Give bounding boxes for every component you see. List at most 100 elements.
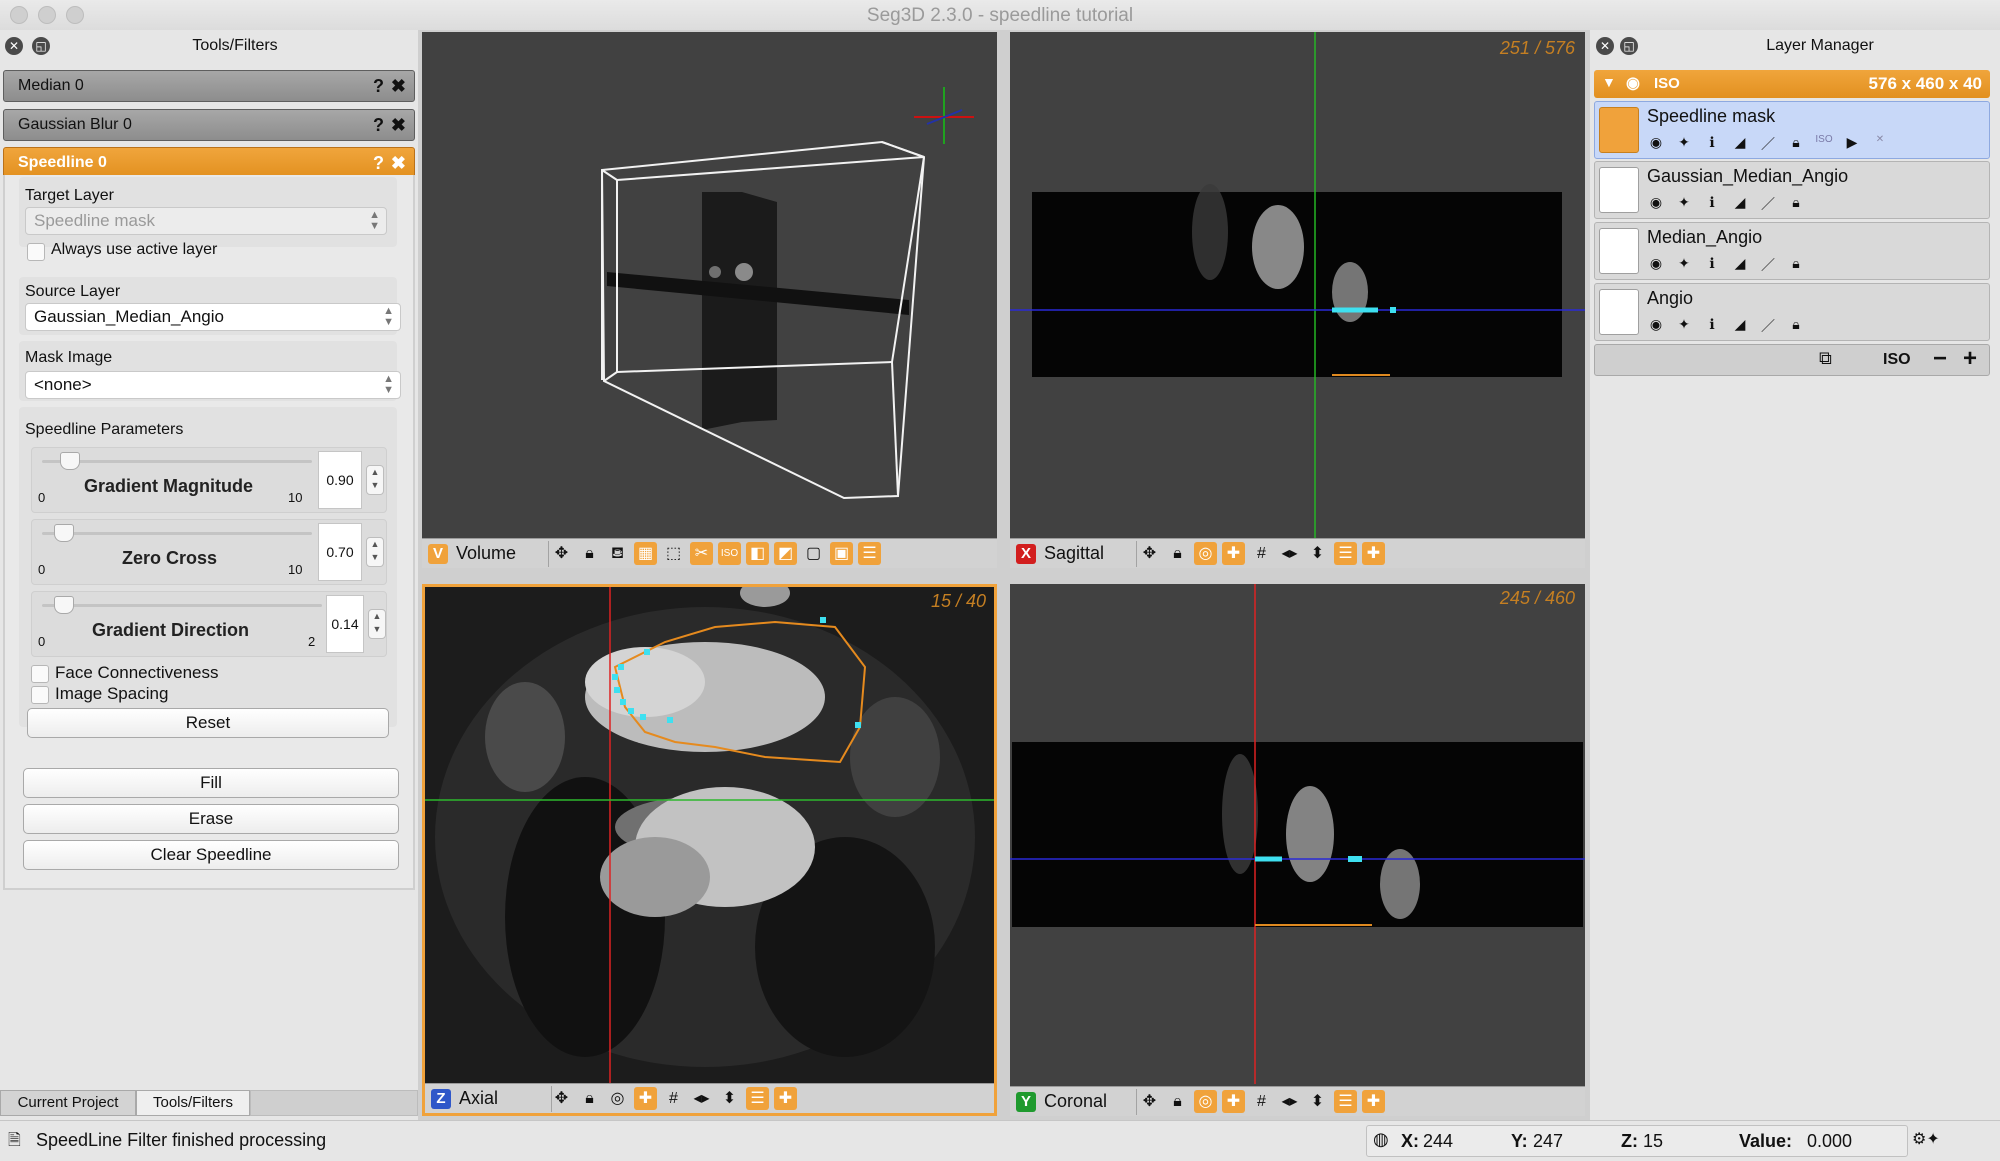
tab-current-project[interactable]: Current Project [0, 1090, 136, 1116]
info-icon[interactable]: ℹ [1701, 194, 1723, 214]
overlay-icon[interactable]: ▣ [830, 542, 853, 565]
picking-icon[interactable]: ◎ [606, 1087, 629, 1110]
bounding-box-icon[interactable]: ⬚ [662, 542, 685, 565]
grid-icon[interactable]: # [662, 1087, 685, 1110]
slider-value-field[interactable]: 0.90 [318, 451, 362, 509]
light-icon[interactable]: ⛾ [606, 542, 629, 565]
add-icon[interactable]: ✚ [1362, 542, 1385, 565]
eye-icon[interactable]: ◉ [1626, 73, 1640, 93]
color-icon[interactable]: ✦ [1673, 255, 1695, 275]
add-icon[interactable]: ✚ [774, 1087, 797, 1110]
sagittal-badge[interactable]: X [1016, 544, 1036, 564]
volume-badge[interactable]: V [428, 544, 448, 564]
slider-value-field[interactable]: 0.14 [326, 595, 364, 653]
layer-row-speedline-mask[interactable]: Speedline mask ◉ ✦ ℹ ◢ ／ 🔒︎ ISO ▶ ✕ [1594, 101, 1990, 159]
info-icon[interactable]: ℹ [1701, 134, 1723, 154]
iso-icon[interactable]: ISO [718, 542, 741, 565]
close-dock-icon[interactable]: ✕ [1596, 37, 1614, 55]
lock-icon[interactable]: 🔒︎ [1166, 1090, 1189, 1113]
opacity-icon[interactable]: ◢ [1729, 316, 1751, 336]
slider-knob[interactable] [54, 524, 74, 542]
overlay-icon[interactable]: ☰ [1334, 542, 1357, 565]
overlay-icon[interactable]: ☰ [746, 1087, 769, 1110]
tab-tools-filters[interactable]: Tools/Filters [136, 1090, 250, 1116]
color-icon[interactable]: ✦ [1673, 194, 1695, 214]
brush-icon[interactable]: ／ [1757, 194, 1779, 214]
slider-track[interactable] [42, 532, 312, 535]
help-icon[interactable]: ? [373, 71, 384, 101]
volume-render-icon[interactable]: ◧ [746, 542, 769, 565]
coronal-badge[interactable]: Y [1016, 1092, 1036, 1112]
fill-button[interactable]: Fill [23, 768, 399, 798]
grid-icon[interactable]: # [1250, 1090, 1273, 1113]
visibility-icon[interactable]: ◉ [1645, 194, 1667, 214]
slider-knob[interactable] [54, 596, 74, 614]
reset-button[interactable]: Reset [27, 708, 389, 738]
clipping-icon[interactable]: ◩ [774, 542, 797, 565]
opacity-icon[interactable]: ◢ [1729, 255, 1751, 275]
lock-icon[interactable]: 🔒︎ [578, 542, 601, 565]
opacity-icon[interactable]: ◢ [1729, 134, 1751, 154]
add-layer-icon[interactable]: + [1963, 345, 1977, 373]
globe-icon[interactable]: ◍ [1373, 1129, 1389, 1150]
always-active-checkbox[interactable] [27, 243, 45, 261]
close-tool-icon[interactable]: ✖ [391, 148, 406, 178]
coronal-viewer[interactable]: 245 / 460 Y Coronal ✥ 🔒︎ ◎ ✚ # ◂▸ ⬍ ☰ ✚ [1010, 584, 1585, 1116]
lock-icon[interactable]: 🔒︎ [1785, 194, 1807, 214]
lock-icon[interactable]: 🔒︎ [1785, 316, 1807, 336]
spin-button[interactable]: ▲ ▼ [366, 465, 384, 495]
visibility-icon[interactable]: ◉ [1645, 134, 1667, 154]
auto-view-icon[interactable]: ✥ [1138, 1090, 1161, 1113]
slider-knob[interactable] [60, 452, 80, 470]
brush-icon[interactable]: ／ [1757, 134, 1779, 154]
axial-viewer[interactable]: 15 / 40 Z Axial ✥ 🔒︎ ◎ ✚ # ◂▸ ⬍ ☰ ✚ [422, 584, 997, 1116]
image-spacing-checkbox[interactable] [31, 686, 49, 704]
flip-vertical-icon[interactable]: ⬍ [1306, 1090, 1329, 1113]
lock-icon[interactable]: 🔒︎ [1785, 134, 1807, 154]
flip-horizontal-icon[interactable]: ◂▸ [1278, 542, 1301, 565]
info-icon[interactable]: ℹ [1701, 255, 1723, 275]
close-dock-icon[interactable]: ✕ [5, 37, 23, 55]
slider-track[interactable] [42, 460, 312, 463]
opacity-icon[interactable]: ◢ [1729, 194, 1751, 214]
memory-icon[interactable]: ⚙✦ [1912, 1129, 1940, 1149]
isosurface-icon[interactable]: ✂ [690, 542, 713, 565]
tool-header-gaussian[interactable]: Gaussian Blur 0 ? ✖ [3, 109, 415, 141]
source-layer-select[interactable]: Gaussian_Median_Angio ▲ ▼ [25, 303, 401, 331]
clear-speedline-button[interactable]: Clear Speedline [23, 840, 399, 870]
lock-icon[interactable]: 🔒︎ [1785, 255, 1807, 275]
flip-vertical-icon[interactable]: ⬍ [718, 1087, 741, 1110]
sagittal-viewer[interactable]: 251 / 576 X Sagittal ✥ 🔒︎ ◎ ✚ # ◂▸ ⬍ ☰ ✚ [1010, 32, 1585, 568]
volume-viewer[interactable]: V Volume ✥ 🔒︎ ⛾ ▦ ⬚ ✂ ISO ◧ ◩ ▢ ▣ ☰ [422, 32, 997, 568]
compute-iso-icon[interactable]: ▶ [1841, 134, 1863, 154]
slider-value-field[interactable]: 0.70 [318, 523, 362, 581]
help-icon[interactable]: ? [373, 148, 384, 178]
float-dock-icon[interactable]: ◱ [32, 37, 50, 55]
flip-horizontal-icon[interactable]: ◂▸ [690, 1087, 713, 1110]
mask-image-select[interactable]: <none> ▲ ▼ [25, 371, 401, 399]
add-icon[interactable]: ✚ [1362, 1090, 1385, 1113]
new-group-icon[interactable]: ⧉ [1819, 348, 1832, 369]
auto-view-icon[interactable]: ✥ [550, 542, 573, 565]
brush-icon[interactable]: ／ [1757, 255, 1779, 275]
auto-view-icon[interactable]: ✥ [1138, 542, 1161, 565]
grid-icon[interactable]: # [1250, 542, 1273, 565]
close-tool-icon[interactable]: ✖ [391, 110, 406, 140]
visibility-icon[interactable]: ◉ [1645, 316, 1667, 336]
collapse-icon[interactable]: ▼ [1602, 74, 1616, 90]
axial-badge[interactable]: Z [431, 1089, 451, 1109]
flip-horizontal-icon[interactable]: ◂▸ [1278, 1090, 1301, 1113]
help-icon[interactable]: ? [373, 110, 384, 140]
color-icon[interactable]: ✦ [1673, 134, 1695, 154]
slices-icon[interactable]: ▦ [634, 542, 657, 565]
grid-view-icon[interactable]: ✚ [1222, 542, 1245, 565]
iso-icon[interactable]: ISO [1813, 134, 1835, 154]
visibility-icon[interactable]: ◉ [1645, 255, 1667, 275]
face-connectiveness-checkbox[interactable] [31, 665, 49, 683]
lock-icon[interactable]: 🔒︎ [1166, 542, 1189, 565]
picking-icon[interactable]: ◎ [1194, 1090, 1217, 1113]
iso-footer-label[interactable]: ISO [1883, 351, 1911, 369]
auto-view-icon[interactable]: ✥ [550, 1087, 573, 1110]
spin-button[interactable]: ▲ ▼ [366, 537, 384, 567]
orthographic-icon[interactable]: ▢ [802, 542, 825, 565]
